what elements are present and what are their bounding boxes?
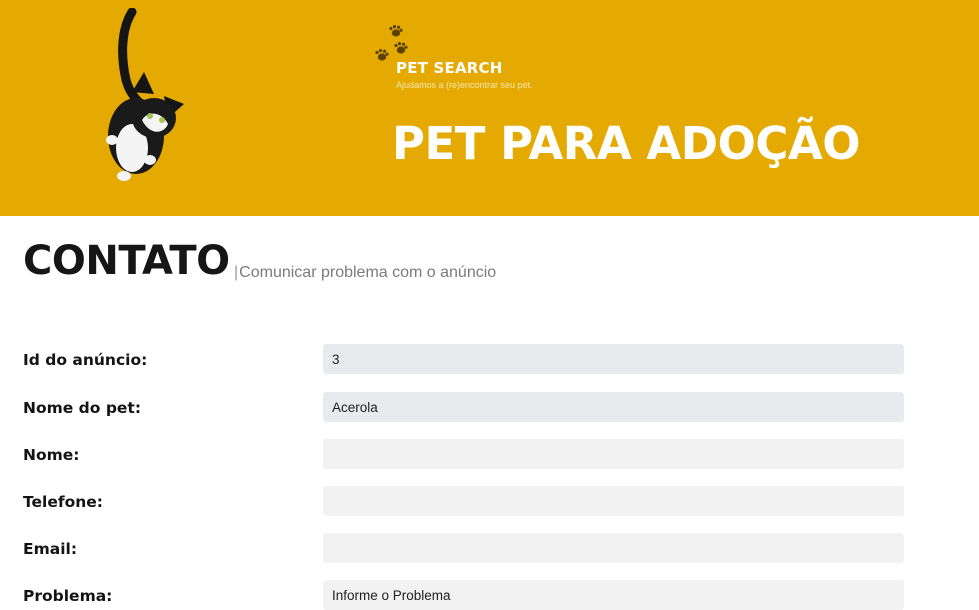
brand-tagline: Ajudamos a (re)encontrar seu pet. [396,80,533,90]
page-header: PET SEARCH Ajudamos a (re)encontrar seu … [0,0,979,216]
form-row-ad-id: Id do anúncio: [0,344,979,374]
cat-photo [106,8,184,181]
form-row-phone: Telefone: [0,486,979,516]
name-label: Nome: [23,446,80,464]
problem-field[interactable] [323,580,904,610]
email-label: Email: [23,540,78,558]
form-row-email: Email: [0,533,979,563]
form-row-pet-name: Nome do pet: [0,392,979,422]
subtitle-text: Comunicar problema com o anúncio [239,264,497,281]
paw-prints-icon [375,25,408,61]
form-row-name: Nome: [0,439,979,469]
name-field[interactable] [323,439,904,469]
ad-id-label: Id do anúncio: [23,351,148,369]
page-subtitle: |Comunicar problema com o anúncio [234,264,496,282]
phone-field[interactable] [323,486,904,516]
pet-name-label: Nome do pet: [23,399,142,417]
email-field[interactable] [323,533,904,563]
phone-label: Telefone: [23,493,103,511]
pet-name-field[interactable] [323,392,904,422]
hero-title: PET PARA ADOÇÃO [392,117,860,170]
problem-label: Problema: [23,587,113,605]
page-title: CONTATO [23,238,230,284]
ad-id-field[interactable] [323,344,904,374]
form-row-problem: Problema: [0,580,979,610]
subtitle-separator: | [234,264,239,281]
brand-name[interactable]: PET SEARCH [396,59,502,77]
